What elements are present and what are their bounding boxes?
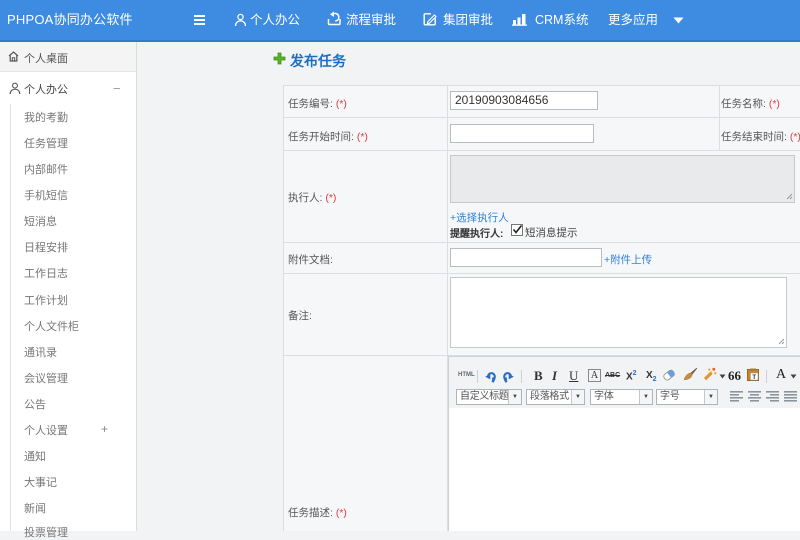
svg-text:T: T — [752, 375, 756, 381]
